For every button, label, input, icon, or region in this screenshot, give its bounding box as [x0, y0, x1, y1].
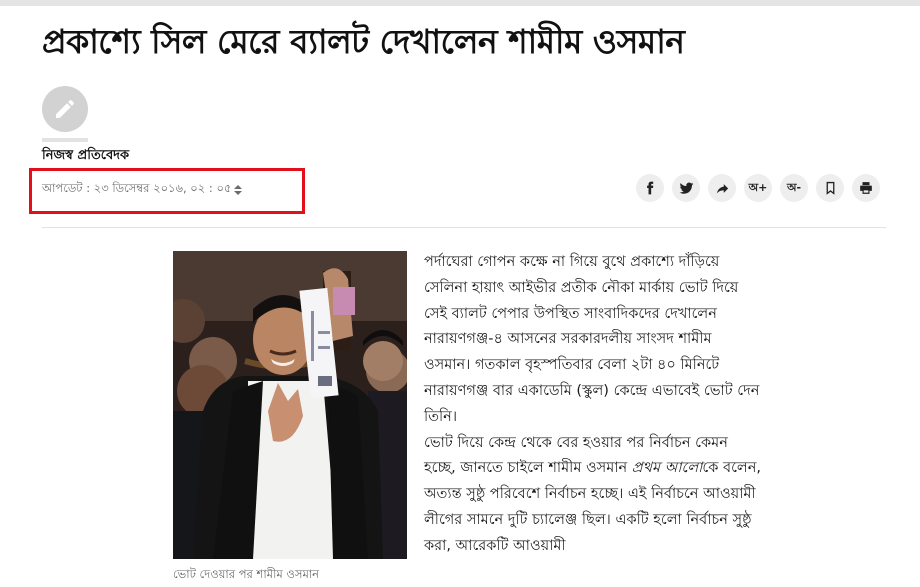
- article-body: পর্দাঘেরা গোপন কক্ষে না গিয়ে বুথে প্রকা…: [424, 250, 762, 560]
- author-name[interactable]: নিজস্ব প্রতিবেদক: [42, 146, 129, 167]
- twitter-share-button[interactable]: [672, 174, 700, 202]
- author-avatar: [42, 86, 88, 132]
- newspaper-name: প্রথম আলো: [631, 460, 703, 477]
- share-button[interactable]: [708, 174, 736, 202]
- avatar-underline: [42, 138, 88, 142]
- bookmark-icon: [826, 181, 834, 195]
- photo-illustration: [173, 251, 407, 559]
- article-headline: প্রকাশ্যে সিল মেরে ব্যালট দেখালেন শামীম …: [42, 22, 685, 61]
- article-paragraph-1: পর্দাঘেরা গোপন কক্ষে না গিয়ে বুথে প্রকা…: [424, 254, 760, 425]
- share-toolbar: অ+ অ-: [636, 174, 880, 202]
- photo-caption: ভোট দেওয়ার পর শামীম ওসমান: [173, 567, 320, 581]
- bookmark-button[interactable]: [816, 174, 844, 202]
- twitter-icon: [679, 182, 693, 194]
- facebook-share-button[interactable]: [636, 174, 664, 202]
- article-paragraph-2: ভোট দিয়ে কেন্দ্র থেকে বের হওয়ার পর নির…: [424, 431, 762, 560]
- header-divider: [42, 227, 886, 228]
- sort-arrows-icon: [234, 184, 243, 195]
- print-icon: [860, 182, 872, 194]
- print-button[interactable]: [852, 174, 880, 202]
- share-icon: [716, 183, 728, 193]
- font-decrease-button[interactable]: অ-: [780, 174, 808, 202]
- font-increase-button[interactable]: অ+: [744, 174, 772, 202]
- facebook-icon: [647, 181, 654, 195]
- top-bar: [0, 0, 920, 6]
- update-text: আপডেট : ২৩ ডিসেম্বর ২০১৬, ০২ : ০৫: [42, 181, 232, 195]
- pencil-icon: [56, 99, 75, 118]
- article-photo[interactable]: [173, 251, 407, 559]
- update-timestamp[interactable]: আপডেট : ২৩ ডিসেম্বর ২০১৬, ০২ : ০৫: [42, 180, 243, 199]
